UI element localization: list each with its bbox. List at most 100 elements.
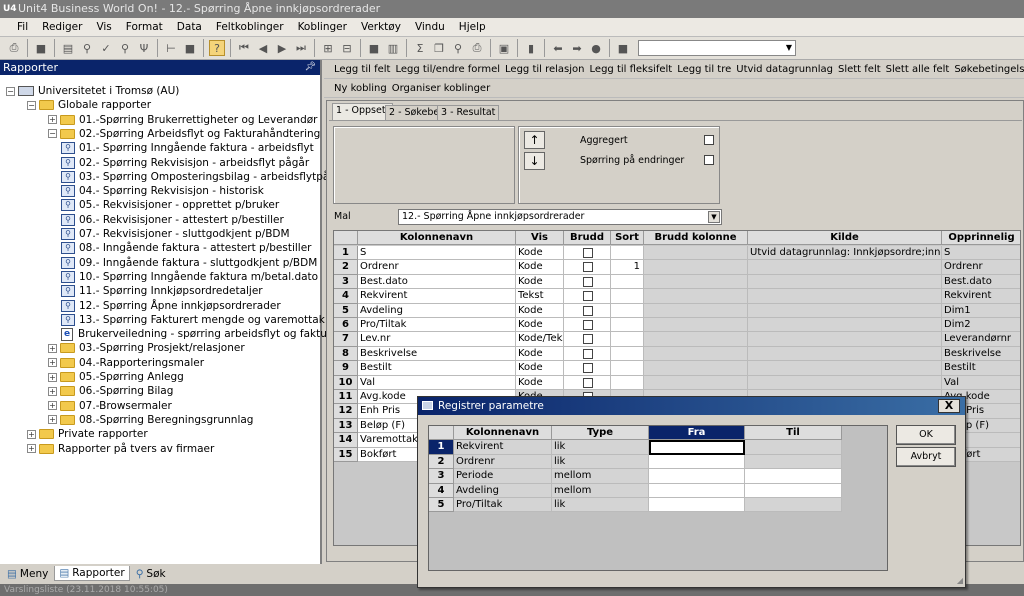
grid-cell[interactable]: mellom [552,469,649,484]
collapse-icon[interactable]: − [48,129,57,139]
tree-item[interactable]: ⚲ 11.- Spørring Innkjøpsordredetaljer [61,284,263,298]
column-header[interactable]: Brudd kolonne [644,231,748,246]
grid-cell[interactable] [644,318,748,333]
tree-item[interactable]: ⚲ 03.- Spørring Omposteringsbilag - arbei… [61,170,347,184]
expand-icon[interactable]: + [48,343,57,353]
grid-cell[interactable] [644,332,748,347]
brudd-checkbox[interactable] [583,276,593,287]
clipboard-icon[interactable]: ▮ [523,40,539,56]
mal-select[interactable]: 12.- Spørring Åpne innkjøpsordrerader ▼ [398,209,722,225]
grid-cell[interactable]: Ordrenr [454,454,552,470]
parameter-input[interactable] [745,440,842,455]
ungroup-icon[interactable]: ⊟ [339,40,355,56]
action-button[interactable]: Slett alle felt [886,64,955,75]
grid-cell[interactable] [644,303,748,318]
grid-cell[interactable] [644,260,748,275]
grid-cell[interactable]: Beskrivelse [358,346,516,362]
parameter-input[interactable] [649,498,745,513]
menu-verktøy[interactable]: Verktøy [354,18,408,36]
action-button[interactable]: Legg til relasjon [505,64,589,75]
grid-cell[interactable]: Ordrenr [942,260,1020,275]
grid-cell[interactable] [748,274,942,290]
back-icon[interactable]: ⬅ [550,40,566,56]
tree-item[interactable]: +06.-Spørring Bilag [48,384,173,398]
grid-cell[interactable] [564,303,611,318]
grid-cell[interactable]: Utvid datagrunnlag: Innkjøpsordre;inner … [748,246,942,261]
check-icon[interactable]: ✓ [98,40,114,56]
column-header[interactable]: Vis [516,231,564,246]
chevron-down-icon[interactable]: ▼ [708,211,720,223]
chevron-down-icon[interactable]: ▼ [783,41,795,55]
panel-tab-rapporter[interactable]: ▤ Rapporter [54,566,130,581]
grid-cell[interactable]: Dim1 [942,303,1020,318]
grid-cell[interactable]: Kode [516,318,564,333]
parameter-input[interactable] [649,483,745,498]
tree-item[interactable]: ⚲ 05.- Rekvisisjoner - opprettet p/bruker [61,198,279,212]
grid-cell[interactable] [564,260,611,275]
grid-cell[interactable]: Kode [516,303,564,318]
stop-icon[interactable]: ■ [182,40,198,56]
menu-fil[interactable]: Fil [10,18,35,36]
tree-item[interactable]: +04.-Rapporteringsmaler [48,356,204,370]
copy-icon[interactable]: ❐ [431,40,447,56]
last-icon[interactable]: ⏭ [293,40,309,56]
move-up-button[interactable]: ↑ [524,131,545,149]
collapse-icon[interactable]: − [6,86,15,96]
tree-item[interactable]: ⚲ 10.- Spørring Inngående faktura m/betal… [61,270,318,284]
grid-cell[interactable]: Beskrivelse [942,346,1020,362]
parameter-input[interactable] [745,454,842,470]
column-header[interactable]: Brudd [564,231,611,246]
grid-cell[interactable] [564,274,611,290]
grid-cell[interactable] [611,246,644,261]
column-header[interactable]: Kolonnenavn [358,231,516,246]
column-header[interactable] [429,426,454,441]
menu-format[interactable]: Format [119,18,170,36]
grid-cell[interactable] [564,346,611,362]
filter-icon[interactable]: Ψ [136,40,152,56]
grid-cell[interactable]: Periode [454,469,552,484]
close-button[interactable]: X [938,399,960,413]
grid-cell[interactable] [564,332,611,347]
aggregert-checkbox[interactable] [704,135,714,145]
tree-item[interactable]: +08.-Spørring Beregningsgrunnlag [48,413,253,427]
move-down-button[interactable]: ↓ [524,152,545,170]
action-button[interactable]: Legg til felt [334,64,395,75]
action-button[interactable]: Søkebetingelser [954,64,1024,75]
ok-button[interactable]: OK [896,425,956,445]
resize-grip-icon[interactable]: ◢ [957,576,963,585]
collapse-icon[interactable]: − [27,100,36,110]
brudd-checkbox[interactable] [583,291,593,302]
grid-cell[interactable]: Bestilt [358,361,516,376]
print-preview-icon[interactable]: ⎙ [469,40,485,56]
menu-vis[interactable]: Vis [89,18,118,36]
expand-icon[interactable]: + [48,386,57,396]
action-button[interactable]: Utvid datagrunnlag [736,64,838,75]
grid-cell[interactable] [611,332,644,347]
action-button[interactable]: Legg til/endre formel [395,64,505,75]
block-icon[interactable]: ■ [366,40,382,56]
grid-cell[interactable]: lik [552,440,649,455]
prev-icon[interactable]: ◀ [255,40,271,56]
toolbar-combo[interactable]: ▼ [638,40,796,56]
tree-item[interactable]: + Rapporter på tvers av firmaer [27,442,214,456]
expand-icon[interactable]: + [48,358,57,368]
pin-icon[interactable]: 📌︎ [305,60,316,75]
column-header[interactable]: Opprinnelig [942,231,1020,246]
grid-cell[interactable]: Pro/Tiltak [358,318,516,333]
menu-hjelp[interactable]: Hjelp [452,18,493,36]
grid-cell[interactable]: Bestilt [942,361,1020,376]
grid-cell[interactable] [748,346,942,362]
grid-cell[interactable] [644,274,748,290]
action-button[interactable]: Slett felt [838,64,886,75]
link-button[interactable]: Ny kobling [334,83,392,94]
save-icon[interactable]: ■ [33,40,49,56]
link-button[interactable]: Organiser koblinger [392,83,495,94]
tree-item[interactable]: − 02.-Spørring Arbeidsflyt og Fakturahånd… [48,127,320,141]
grid-cell[interactable] [564,375,611,390]
grid-cell[interactable] [644,246,748,261]
print-icon[interactable]: ⎙ [6,40,22,56]
grid-cell[interactable]: lik [552,498,649,513]
grid-cell[interactable]: Leverandørnr [942,332,1020,347]
tree-item[interactable]: ⚲ 13.- Spørring Fakturert mengde og varem… [61,313,339,327]
grid-cell[interactable] [611,289,644,304]
